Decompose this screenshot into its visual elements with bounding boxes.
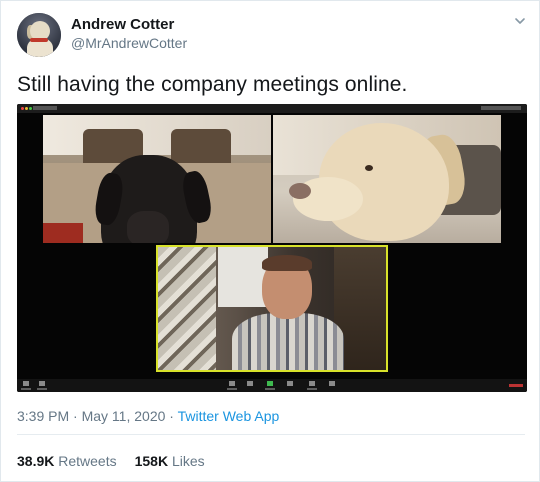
tweet-source-link[interactable]: Twitter Web App — [178, 408, 280, 424]
video-tile-active-speaker — [156, 245, 388, 372]
control-label — [227, 388, 237, 390]
tweet-media-zoom-screenshot[interactable] — [17, 104, 527, 392]
tweet-text: Still having the company meetings online… — [17, 73, 408, 96]
speaker-hair — [262, 255, 312, 271]
author-handle[interactable]: @MrAndrewCotter — [71, 35, 187, 51]
meta-separator: · — [69, 408, 82, 424]
control-label — [307, 388, 317, 390]
video-tile-black-dog — [43, 115, 271, 243]
black-dog-muzzle — [127, 211, 169, 243]
zoom-title-bar — [17, 104, 527, 113]
labrador-eye — [365, 165, 373, 171]
tweet-stats: 38.9K Retweets 158K Likes — [17, 453, 205, 469]
tile-red-blanket — [43, 223, 83, 243]
control-label — [37, 388, 47, 390]
video-tile-labrador — [273, 115, 501, 243]
tweet-time[interactable]: 3:39 PM — [17, 408, 69, 424]
retweets-count: 38.9K — [17, 453, 55, 469]
retweets-label: Retweets — [58, 453, 117, 469]
tile-wall — [43, 115, 271, 155]
share-screen-icon — [267, 381, 273, 386]
retweets-stat[interactable]: 38.9K Retweets — [17, 453, 117, 469]
invite-icon — [229, 381, 235, 386]
tweet-meta: 3:39 PM · May 11, 2020 · Twitter Web App — [17, 408, 279, 424]
tweet-card: Andrew Cotter @MrAndrewCotter Still havi… — [0, 0, 540, 482]
zoom-control-bar — [17, 379, 527, 392]
speaker-shirt — [232, 313, 344, 370]
tweet-date[interactable]: May 11, 2020 — [82, 408, 166, 424]
labrador-nose — [289, 183, 311, 199]
participants-icon — [247, 381, 253, 386]
meta-separator: · — [165, 408, 178, 424]
zoom-view-toggle — [481, 106, 521, 110]
mute-icon — [23, 381, 29, 386]
control-label — [265, 388, 275, 390]
control-label — [21, 388, 31, 390]
reactions-icon — [329, 381, 335, 386]
tile-curtain — [158, 247, 216, 370]
zoom-title-text — [33, 106, 57, 110]
profile-avatar[interactable] — [17, 13, 61, 57]
window-controls-icon — [21, 107, 24, 110]
divider — [17, 434, 525, 435]
chat-icon — [287, 381, 293, 386]
likes-stat[interactable]: 158K Likes — [135, 453, 205, 469]
likes-count: 158K — [134, 453, 169, 469]
record-icon — [309, 381, 315, 386]
end-meeting-button — [509, 384, 523, 387]
tile-window — [218, 247, 268, 307]
chevron-down-icon[interactable] — [513, 14, 527, 28]
likes-label: Likes — [171, 453, 205, 469]
video-icon — [39, 381, 45, 386]
avatar-dog-collar — [30, 38, 48, 42]
author-name[interactable]: Andrew Cotter — [71, 16, 174, 33]
